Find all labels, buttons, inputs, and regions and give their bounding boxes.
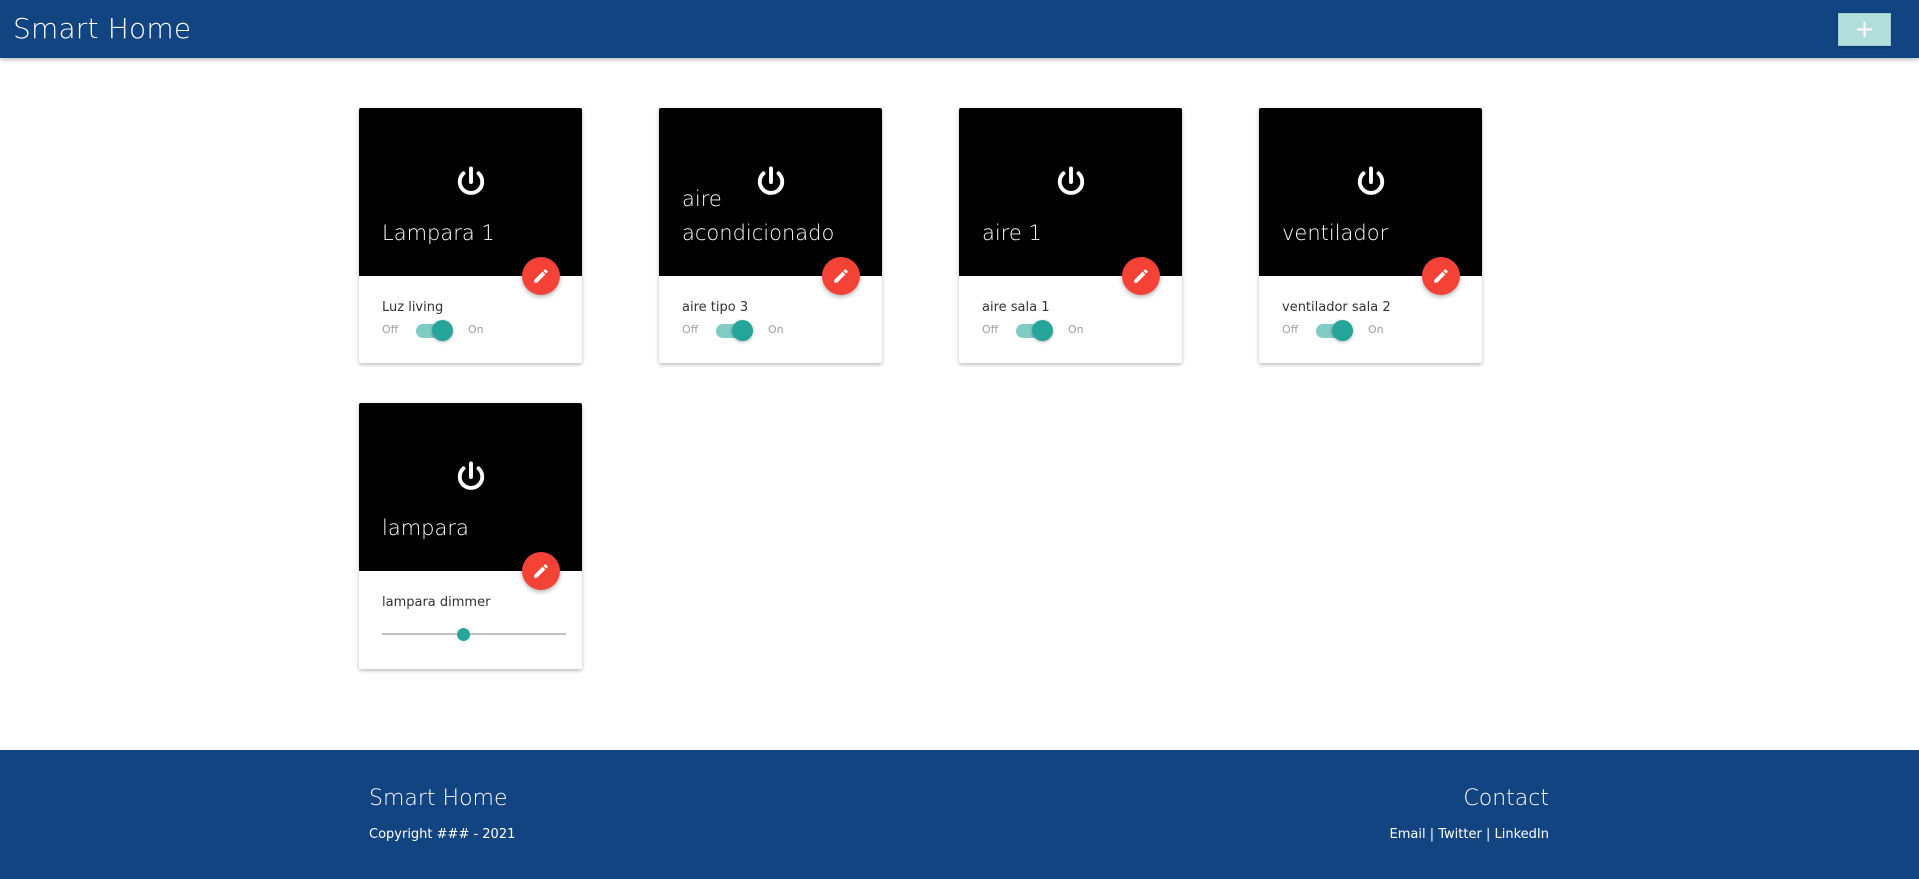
device-name: lampara [382,516,469,540]
copyright-text: Copyright ### - 2021 [369,827,516,842]
switch-on-label: On [768,323,784,336]
pencil-icon [534,269,548,283]
device-description: aire sala 1 [982,300,1050,315]
power-switch[interactable]: Off On [1282,318,1466,342]
device-description: aire tipo 3 [682,300,749,315]
switch-off-label: Off [382,323,399,336]
pencil-icon [1434,269,1448,283]
link-separator: | [1485,827,1491,842]
device-name: aire 1 [982,221,1042,245]
footer-title: Smart Home [369,786,508,811]
linkedin-link[interactable]: LinkedIn [1495,827,1549,842]
switch-off-label: Off [1282,323,1299,336]
switch-knob[interactable] [732,320,753,341]
device-name: Lampara 1 [382,221,495,245]
slider-track[interactable] [382,633,566,635]
edit-device-button[interactable] [1122,257,1160,295]
card-image: lampara [359,403,582,571]
device-card: aire acondicionado aire tipo 3 Off On [659,108,882,363]
footer: Smart Home Copyright ### - 2021 Contact … [0,750,1919,879]
navbar: Smart Home + [0,0,1919,58]
contact-title: Contact [1463,786,1549,811]
card-image: ventilador [1259,108,1482,276]
device-description: ventilador sala 2 [1282,300,1391,315]
device-card: lampara lampara dimmer [359,403,582,669]
twitter-link[interactable]: Twitter [1438,827,1482,842]
edit-device-button[interactable] [1422,257,1460,295]
edit-device-button[interactable] [522,257,560,295]
power-switch[interactable]: Off On [682,318,866,342]
device-description: lampara dimmer [382,595,491,610]
switch-knob[interactable] [1332,320,1353,341]
device-name: ventilador [1282,221,1389,245]
device-card: Lampara 1 Luz living Off On [359,108,582,363]
device-description: Luz living [382,300,444,315]
email-link[interactable]: Email [1390,827,1426,842]
power-switch[interactable]: Off On [382,318,566,342]
device-card: ventilador ventilador sala 2 Off On [1259,108,1482,363]
device-card: aire 1 aire sala 1 Off On [959,108,1182,363]
slider-thumb[interactable] [456,628,470,641]
brand-logo[interactable]: Smart Home [13,12,191,45]
switch-on-label: On [1068,323,1084,336]
power-icon[interactable] [1353,164,1389,200]
switch-knob[interactable] [432,320,453,341]
dimmer-slider[interactable] [382,619,566,649]
power-icon[interactable] [1053,164,1089,200]
edit-device-button[interactable] [522,552,560,590]
power-switch[interactable]: Off On [982,318,1166,342]
edit-device-button[interactable] [822,257,860,295]
switch-knob[interactable] [1032,320,1053,341]
link-separator: | [1429,827,1435,842]
switch-on-label: On [1368,323,1384,336]
pencil-icon [1134,269,1148,283]
device-name: aire acondicionado [682,187,835,245]
card-image: Lampara 1 [359,108,582,276]
switch-on-label: On [468,323,484,336]
card-image: aire 1 [959,108,1182,276]
pencil-icon [534,564,548,578]
switch-off-label: Off [682,323,699,336]
power-icon[interactable] [453,164,489,200]
contact-links: Email | Twitter | LinkedIn [1390,827,1549,842]
switch-off-label: Off [982,323,999,336]
card-image: aire acondicionado [659,108,882,276]
power-icon[interactable] [453,459,489,495]
add-device-button[interactable]: + [1838,13,1891,46]
pencil-icon [834,269,848,283]
